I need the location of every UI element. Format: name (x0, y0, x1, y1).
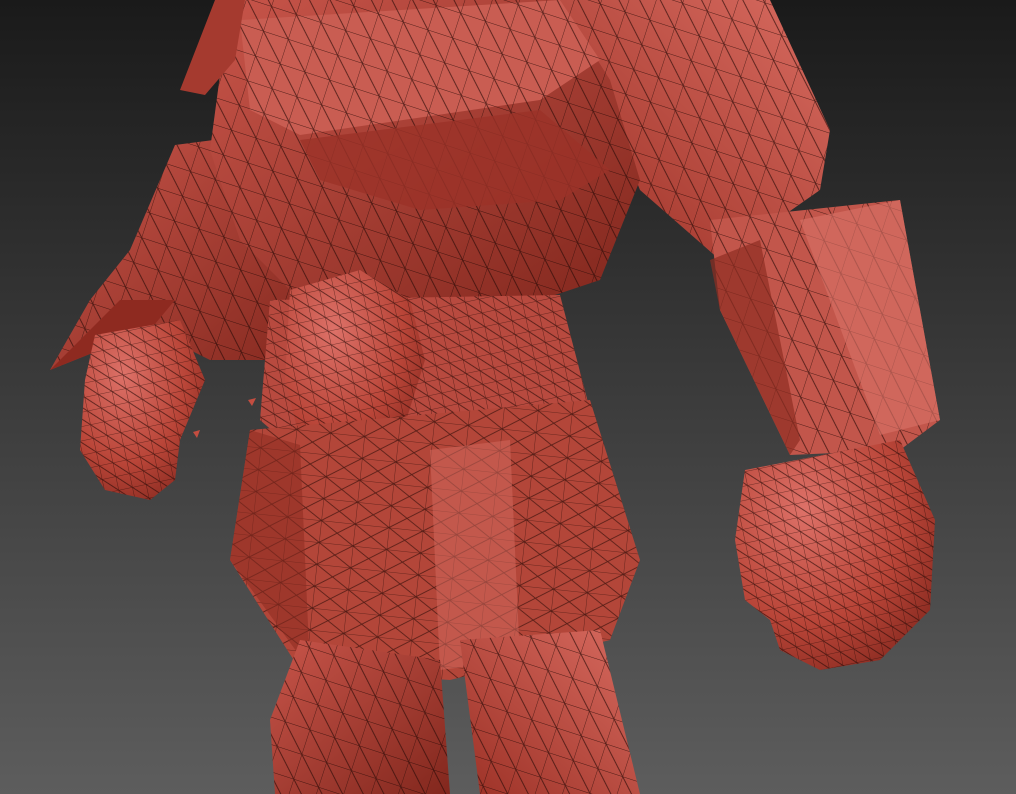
3d-viewport[interactable] (0, 0, 1016, 794)
